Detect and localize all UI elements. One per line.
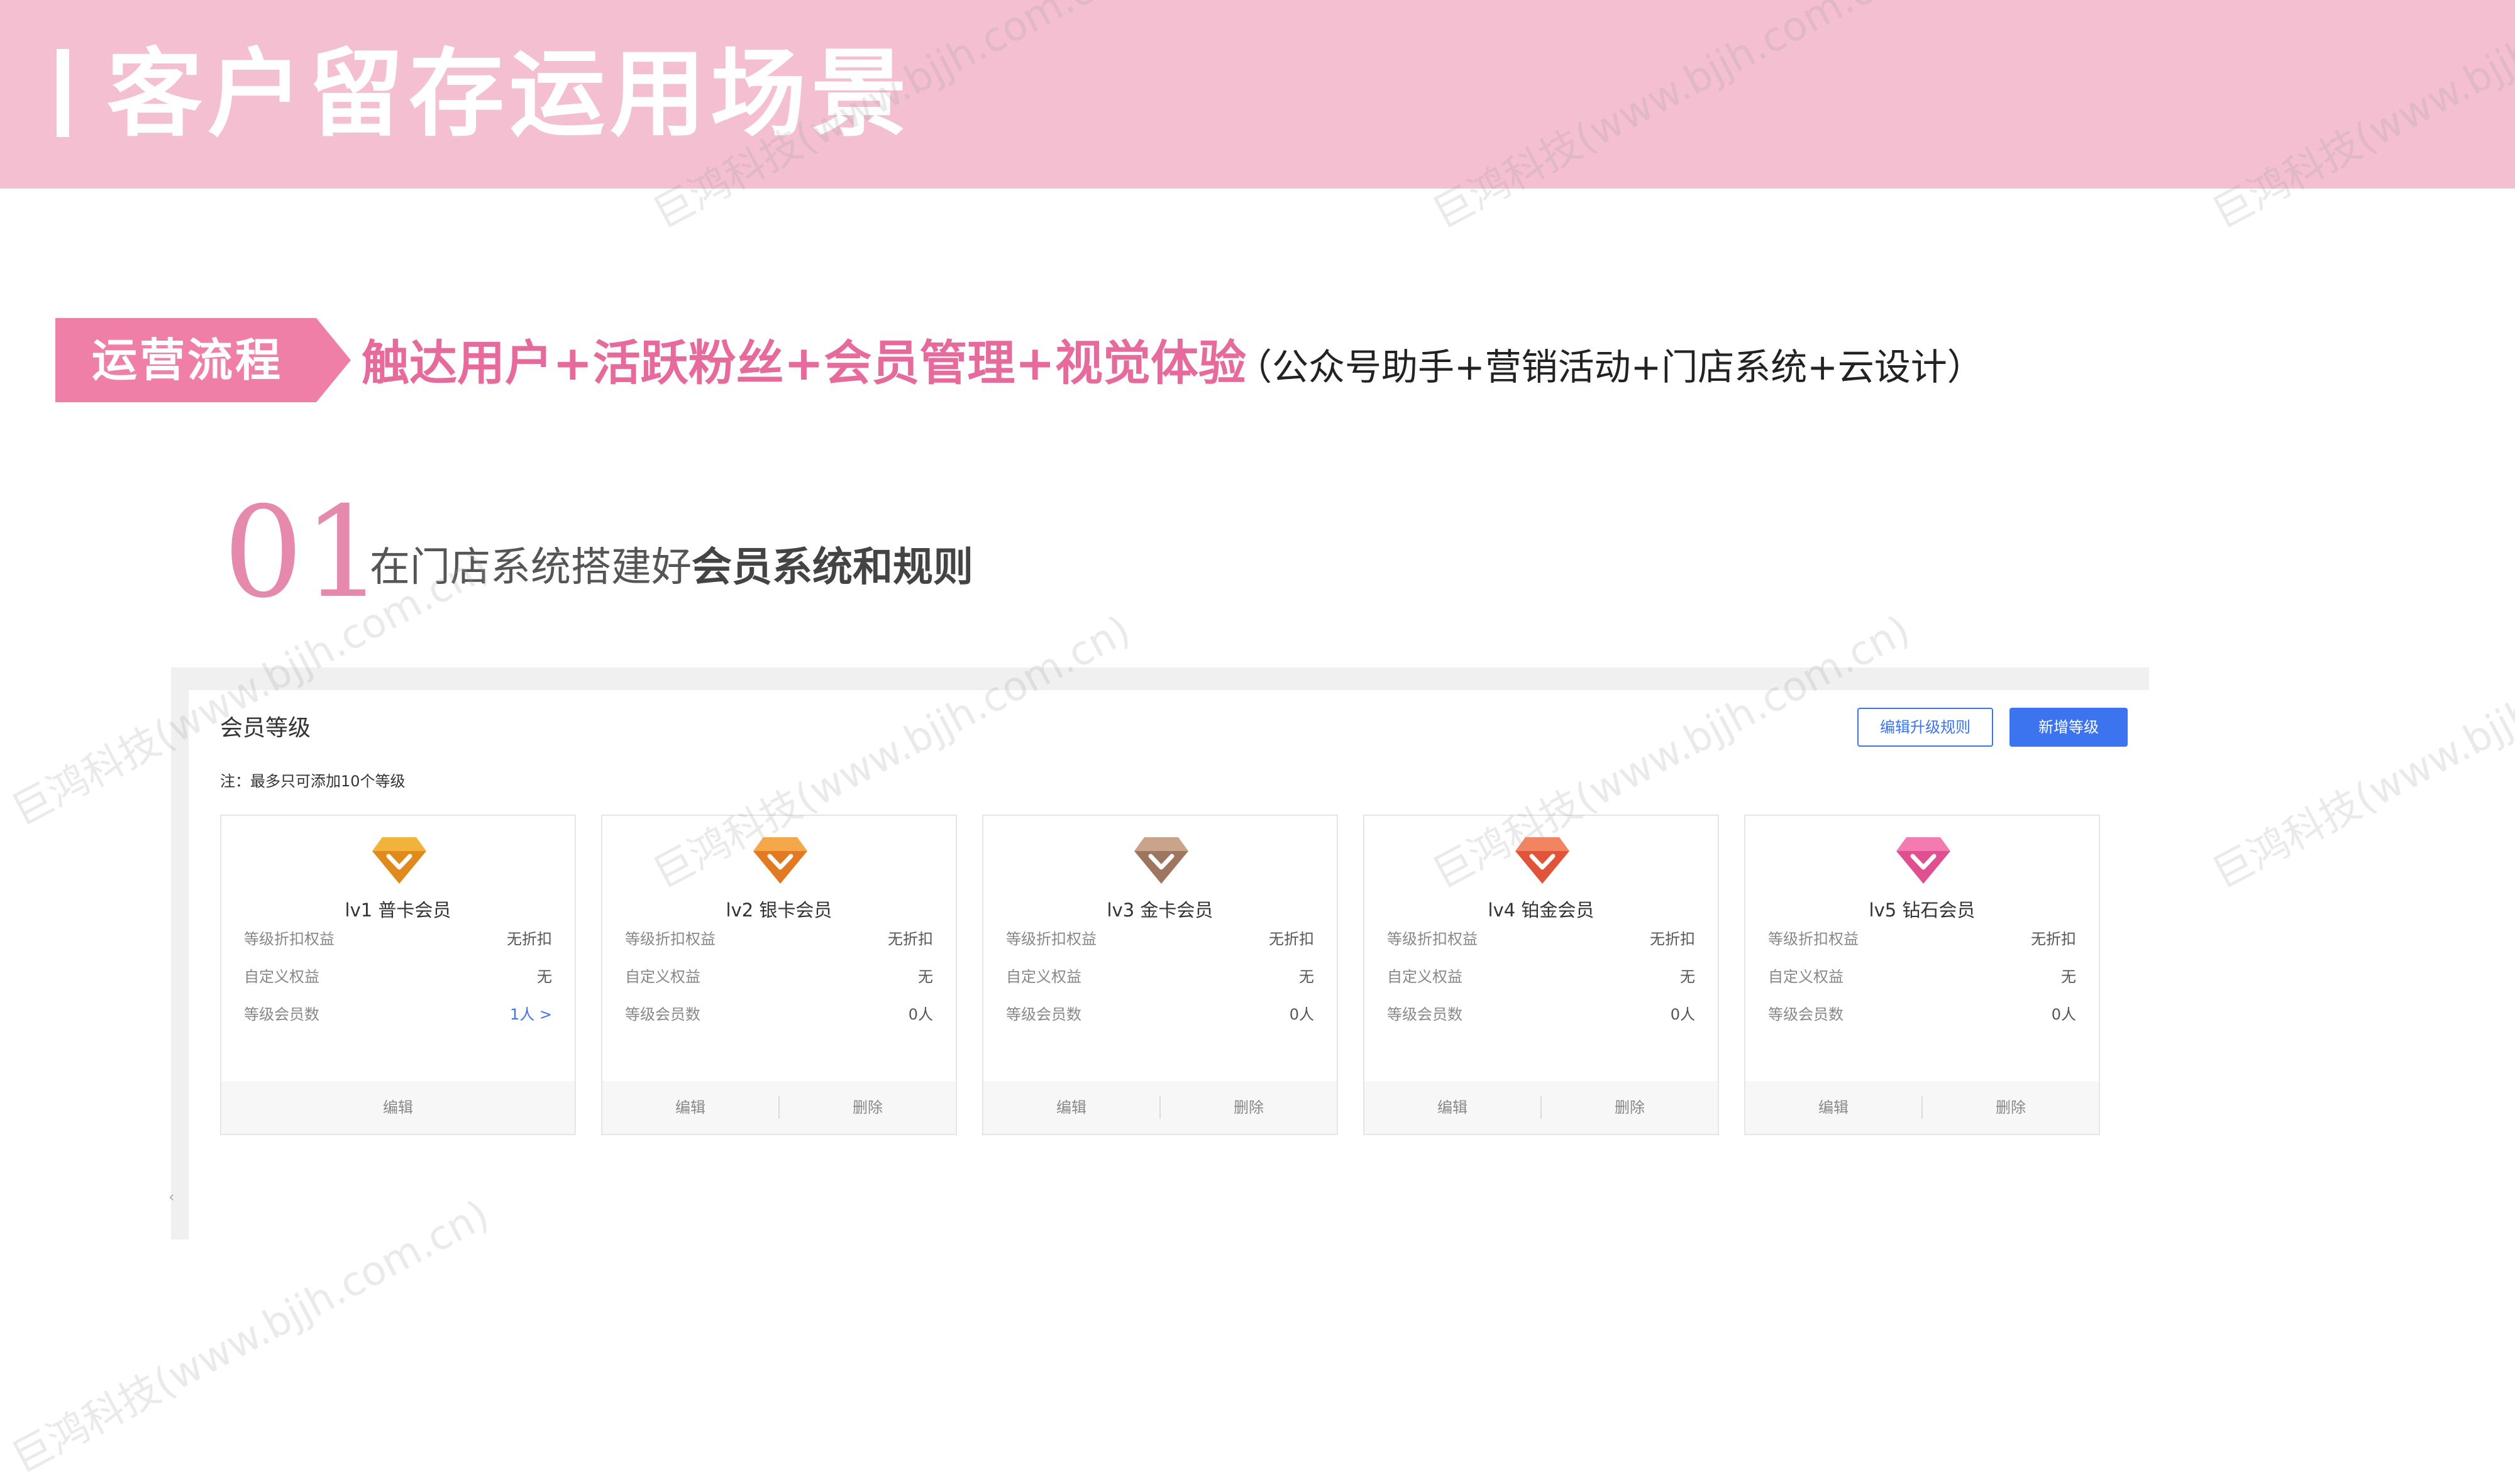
- step-number: 01: [223, 480, 384, 626]
- row-label: 等级折扣权益: [625, 930, 716, 948]
- collapse-arrow-icon[interactable]: ‹: [169, 1188, 175, 1206]
- row-label: 自定义权益: [625, 968, 700, 986]
- discount-value: 无折扣: [888, 930, 933, 948]
- delete-button[interactable]: 删除: [1161, 1081, 1337, 1134]
- panel-note: 注：最多只可添加10个等级: [220, 772, 406, 790]
- flow-sub-text: （公众号助手+营销活动+门店系统+云设计）: [1235, 346, 1984, 388]
- gem-icon: [753, 837, 807, 884]
- row-label: 等级会员数: [1387, 1006, 1462, 1023]
- card-footer: 编辑 删除: [1745, 1081, 2099, 1134]
- members-value: 0人: [2051, 1006, 2076, 1023]
- gem-icon: [1896, 837, 1950, 884]
- members-row: 等级会员数 0人: [1768, 1002, 2076, 1027]
- members-value: 0人: [1289, 1006, 1314, 1023]
- custom-value: 无: [918, 968, 933, 986]
- discount-value: 无折扣: [507, 930, 552, 948]
- row-label: 自定义权益: [1006, 968, 1081, 986]
- level-card-lv5: lv5 钻石会员 等级折扣权益 无折扣 自定义权益 无 等级会员数 0人 编辑 删除: [1744, 815, 2100, 1135]
- members-row: 等级会员数 0人: [1006, 1002, 1314, 1027]
- level-card-lv1: lv1 普卡会员 等级折扣权益 无折扣 自定义权益 无 等级会员数 1人 > 编辑: [220, 815, 576, 1135]
- step-text-bold: 会员系统和规则: [692, 544, 973, 591]
- row-label: 等级会员数: [625, 1006, 700, 1023]
- level-name: lv4 铂金会员: [1488, 899, 1595, 921]
- level-card-lv4: lv4 铂金会员 等级折扣权益 无折扣 自定义权益 无 等级会员数 0人 编辑 删除: [1363, 815, 1719, 1135]
- discount-row: 等级折扣权益 无折扣: [625, 926, 933, 952]
- step-text-prefix: 在门店系统搭建好: [370, 544, 692, 591]
- custom-row: 自定义权益 无: [1006, 964, 1314, 989]
- custom-row: 自定义权益 无: [625, 964, 933, 989]
- discount-row: 等级折扣权益 无折扣: [1387, 926, 1695, 952]
- card-footer: 编辑: [221, 1081, 575, 1134]
- header-band: 客户留存运用场景: [0, 0, 2515, 189]
- members-link[interactable]: 1人 >: [510, 1002, 552, 1027]
- member-level-panel: 会员等级 注：最多只可添加10个等级 编辑升级规则 新增等级 lv1 普卡会员 …: [189, 690, 2149, 1256]
- row-label: 等级会员数: [1006, 1006, 1081, 1023]
- row-label: 自定义权益: [1387, 968, 1462, 986]
- discount-value: 无折扣: [1269, 930, 1314, 948]
- custom-value: 无: [1680, 968, 1695, 986]
- row-label: 等级折扣权益: [1387, 930, 1478, 948]
- row-label: 自定义权益: [1768, 968, 1843, 986]
- flow-main-text: 触达用户+活跃粉丝+会员管理+视觉体验: [362, 335, 1247, 391]
- gem-icon: [1515, 837, 1569, 884]
- level-name: lv5 钻石会员: [1869, 899, 1976, 921]
- level-name: lv3 金卡会员: [1107, 899, 1213, 921]
- gem-icon: [1134, 837, 1188, 884]
- members-row: 等级会员数 0人: [625, 1002, 933, 1027]
- discount-value: 无折扣: [1650, 930, 1695, 948]
- custom-row: 自定义权益 无: [1387, 964, 1695, 989]
- add-level-button[interactable]: 新增等级: [2009, 708, 2128, 747]
- edit-button[interactable]: 编辑: [221, 1081, 575, 1134]
- custom-row: 自定义权益 无: [1768, 964, 2076, 989]
- discount-row: 等级折扣权益 无折扣: [1768, 926, 2076, 952]
- page-title: 客户留存运用场景: [107, 38, 912, 150]
- card-footer: 编辑 删除: [983, 1081, 1337, 1134]
- gem-icon: [372, 837, 426, 884]
- edit-button[interactable]: 编辑: [1745, 1081, 1921, 1134]
- delete-button[interactable]: 删除: [1542, 1081, 1718, 1134]
- watermark: 巨鸿科技(www.bjjh.com.cn): [2205, 607, 2515, 898]
- members-value: 0人: [1670, 1006, 1695, 1023]
- step-description: 在门店系统搭建好会员系统和规则: [370, 539, 973, 596]
- custom-value: 无: [2061, 968, 2076, 986]
- edit-button[interactable]: 编辑: [602, 1081, 778, 1134]
- row-label: 自定义权益: [244, 968, 319, 986]
- flow-tag: 运营流程: [55, 318, 351, 402]
- card-footer: 编辑 删除: [602, 1081, 956, 1134]
- panel-title: 会员等级: [220, 715, 311, 741]
- flow-tag-label: 运营流程: [91, 334, 283, 387]
- edit-button[interactable]: 编辑: [1364, 1081, 1540, 1134]
- row-label: 等级折扣权益: [1006, 930, 1097, 948]
- title-accent-bar: [57, 49, 69, 137]
- row-label: 等级会员数: [244, 1006, 319, 1023]
- custom-row: 自定义权益 无: [244, 964, 552, 989]
- discount-row: 等级折扣权益 无折扣: [1006, 926, 1314, 952]
- level-card-lv2: lv2 银卡会员 等级折扣权益 无折扣 自定义权益 无 等级会员数 0人 编辑 删除: [601, 815, 957, 1135]
- edit-button[interactable]: 编辑: [983, 1081, 1159, 1134]
- members-row: 等级会员数 0人: [1387, 1002, 1695, 1027]
- custom-value: 无: [537, 968, 552, 986]
- edit-upgrade-rule-button[interactable]: 编辑升级规则: [1857, 708, 1993, 747]
- members-row: 等级会员数 1人 >: [244, 1002, 552, 1027]
- level-name: lv1 普卡会员: [345, 899, 451, 921]
- card-footer: 编辑 删除: [1364, 1081, 1718, 1134]
- row-label: 等级折扣权益: [1768, 930, 1859, 948]
- discount-value: 无折扣: [2031, 930, 2076, 948]
- custom-value: 无: [1299, 968, 1314, 986]
- discount-row: 等级折扣权益 无折扣: [244, 926, 552, 952]
- level-name: lv2 银卡会员: [726, 899, 832, 921]
- row-label: 等级会员数: [1768, 1006, 1843, 1023]
- delete-button[interactable]: 删除: [1923, 1081, 2099, 1134]
- row-label: 等级折扣权益: [244, 930, 334, 948]
- delete-button[interactable]: 删除: [780, 1081, 956, 1134]
- level-card-lv3: lv3 金卡会员 等级折扣权益 无折扣 自定义权益 无 等级会员数 0人 编辑 删除: [982, 815, 1338, 1135]
- members-value: 0人: [908, 1006, 933, 1023]
